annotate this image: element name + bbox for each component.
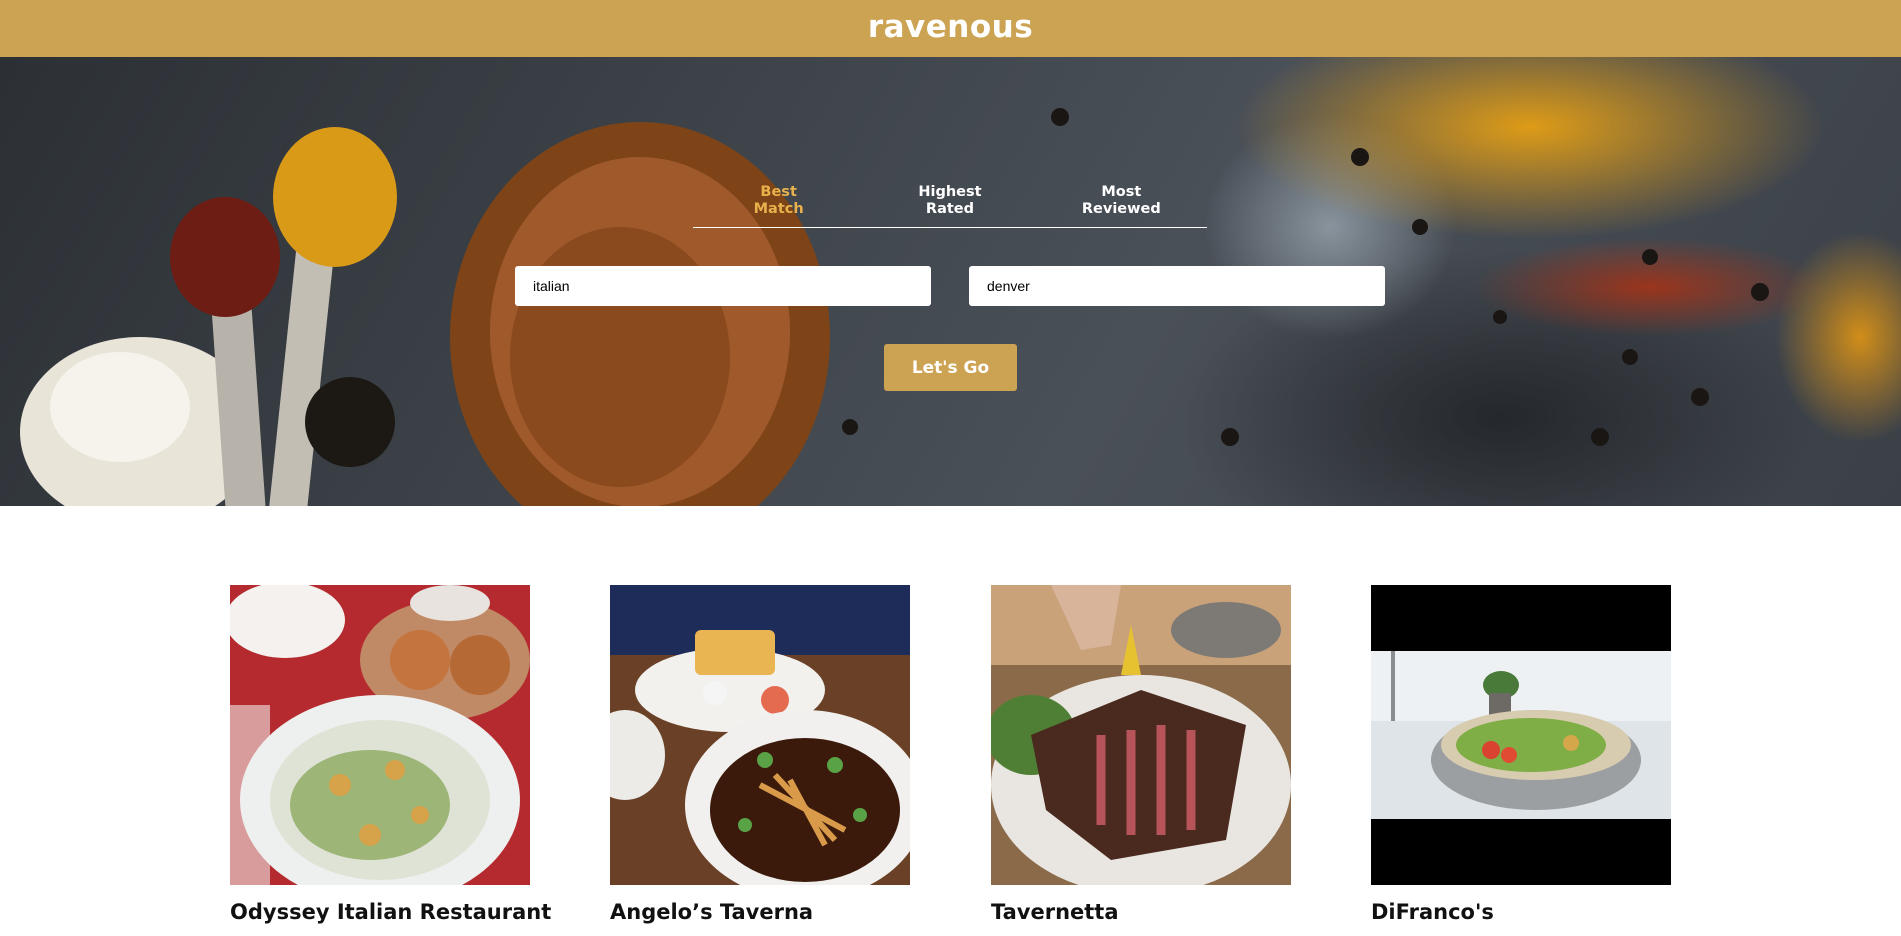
top-nav-bar: ravenous bbox=[0, 0, 1901, 57]
tab-best-match[interactable]: Best Match bbox=[719, 184, 839, 218]
business-name: Odyssey Italian Restaurant bbox=[230, 900, 552, 924]
business-image bbox=[610, 585, 910, 885]
business-name: Tavernetta bbox=[991, 900, 1119, 924]
tab-label: Best bbox=[760, 184, 797, 200]
tab-label: Reviewed bbox=[1081, 201, 1161, 217]
search-hero: Best Match Highest Rated Most Reviewed i… bbox=[0, 57, 1901, 506]
location-input[interactable]: denver bbox=[969, 266, 1385, 306]
tab-label: Match bbox=[753, 201, 804, 217]
business-image bbox=[991, 585, 1291, 885]
tab-highest-rated[interactable]: Highest Rated bbox=[890, 184, 1010, 218]
business-card[interactable]: DiFranco's bbox=[1371, 585, 1671, 924]
business-card[interactable]: Odyssey Italian Restaurant bbox=[230, 585, 552, 924]
business-image bbox=[1371, 585, 1671, 885]
hero-background-image bbox=[20, 108, 1769, 506]
tab-label: Rated bbox=[925, 201, 975, 217]
tab-most-reviewed[interactable]: Most Reviewed bbox=[1061, 184, 1181, 218]
tab-label: Most bbox=[1101, 184, 1142, 200]
lets-go-button[interactable]: Let's Go bbox=[884, 344, 1017, 391]
business-name: Angelo’s Taverna bbox=[610, 900, 814, 924]
business-image bbox=[230, 585, 530, 885]
business-card[interactable]: Angelo’s Taverna bbox=[610, 585, 910, 924]
app-logo: ravenous bbox=[867, 8, 1034, 45]
business-name: DiFranco's bbox=[1371, 900, 1494, 924]
business-card[interactable]: Tavernetta bbox=[991, 585, 1291, 924]
search-term-input[interactable]: italian bbox=[515, 266, 931, 306]
tab-label: Highest bbox=[918, 184, 982, 200]
sort-tabs: Best Match Highest Rated Most Reviewed bbox=[693, 184, 1207, 228]
